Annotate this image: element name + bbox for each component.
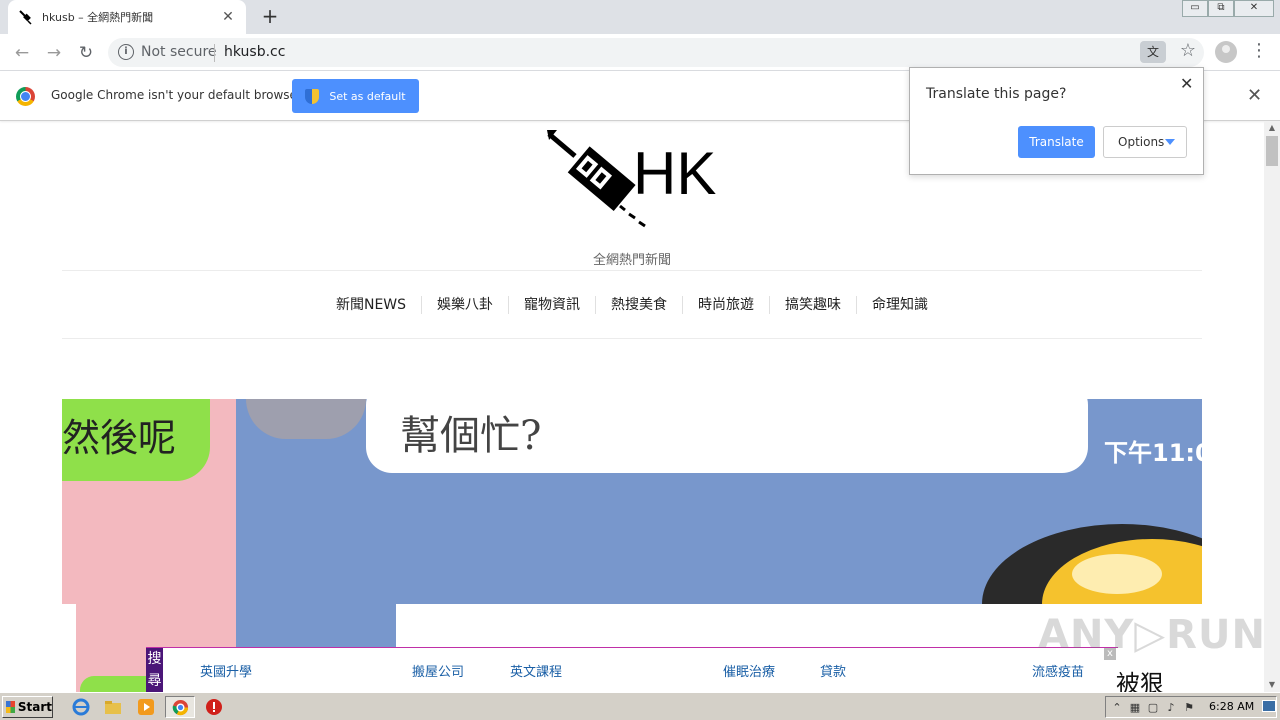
hero-bubble-text: 幫個忙? <box>400 413 542 459</box>
chrome-icon <box>172 699 189 716</box>
volume-icon[interactable]: ♪ <box>1164 701 1178 715</box>
ad-search-label[interactable]: 搜尋 <box>146 648 163 693</box>
translate-button[interactable]: Translate <box>1018 126 1095 158</box>
display-icon[interactable]: ▢ <box>1146 701 1160 715</box>
scroll-down-arrow-icon[interactable]: ▼ <box>1264 680 1280 692</box>
hero-time-text: 下午11:0 <box>1104 439 1202 467</box>
nav-item-travel[interactable]: 時尚旅遊 <box>682 296 769 314</box>
forward-arrow-icon[interactable]: → <box>42 41 66 65</box>
infobar-message: Google Chrome isn't your default browser <box>51 88 302 102</box>
security-label: Not secure <box>141 44 217 60</box>
translate-close-icon[interactable]: ✕ <box>1180 74 1193 93</box>
dropdown-caret-icon <box>1165 139 1175 145</box>
url-text[interactable]: hkusb.cc <box>224 44 285 60</box>
bookmark-star-icon[interactable]: ☆ <box>1180 40 1196 61</box>
site-nav: 新聞NEWS 娛樂八卦 寵物資訊 熱搜美食 時尚旅遊 搞笑趣味 命理知識 <box>0 296 1264 314</box>
windows-logo-icon <box>6 701 15 713</box>
set-as-default-label: Set as default <box>329 89 406 103</box>
info-icon[interactable]: i <box>118 44 134 60</box>
network-icon[interactable]: ▦ <box>1128 701 1142 715</box>
ad-link[interactable]: 英國升學 <box>200 661 252 680</box>
start-label: Start <box>17 700 52 714</box>
taskbar-clock[interactable]: 6:28 AM <box>1209 700 1254 713</box>
back-arrow-icon[interactable]: ← <box>10 41 34 65</box>
options-label: Options <box>1118 135 1165 149</box>
security-alert-icon[interactable] <box>205 698 223 716</box>
start-button[interactable]: Start <box>2 696 53 718</box>
scroll-thumb[interactable] <box>1266 136 1278 166</box>
scroll-up-arrow-icon[interactable]: ▲ <box>1264 123 1280 135</box>
ad-link[interactable]: 貸款 <box>820 661 846 680</box>
usb-favicon-icon <box>19 10 32 25</box>
anyrun-watermark: ANY▷RUN <box>1038 612 1266 658</box>
nav-item-entertainment[interactable]: 娛樂八卦 <box>421 296 508 314</box>
restore-button[interactable]: ⧉ <box>1208 0 1234 17</box>
uac-shield-icon <box>305 88 320 104</box>
content-gap <box>62 604 76 694</box>
ad-link[interactable]: 催眠治療 <box>723 661 775 680</box>
set-as-default-button[interactable]: Set as default <box>292 79 419 113</box>
chrome-taskbar-button[interactable] <box>165 696 195 718</box>
site-logo[interactable]: HK <box>545 128 720 230</box>
show-desktop-icon[interactable] <box>1262 700 1276 712</box>
ad-links-bar: 搜尋 英國升學 搬屋公司 英文課程 催眠治療 貸款 流感疫苗 x <box>146 647 1118 693</box>
flag-icon[interactable]: ⚑ <box>1182 701 1196 715</box>
tab-close-icon[interactable]: ✕ <box>220 9 236 25</box>
folder-icon[interactable] <box>104 698 122 716</box>
translate-icon[interactable]: 文 <box>1140 41 1166 63</box>
windows-taskbar: Start ⌃ ▦ ▢ ♪ ⚑ 6:28 AM <box>0 692 1280 720</box>
logo-text: HK <box>633 140 716 207</box>
internet-explorer-icon[interactable] <box>72 698 90 716</box>
hero-left-text: 然後呢 <box>62 416 177 460</box>
ad-link[interactable]: 英文課程 <box>510 661 562 680</box>
infobar-close-icon[interactable]: ✕ <box>1247 85 1262 106</box>
system-tray: ⌃ ▦ ▢ ♪ ⚑ 6:28 AM <box>1105 696 1277 718</box>
tab-strip: hkusb – 全網熱門新聞 ✕ + ▭ ⧉ ✕ <box>0 0 1280 34</box>
browser-toolbar: ← → ↻ i Not secure hkusb.cc 文 ☆ ⋮ <box>0 34 1280 71</box>
address-bar[interactable]: i Not secure hkusb.cc 文 ☆ <box>108 38 1204 67</box>
media-player-icon[interactable] <box>137 698 155 716</box>
profile-avatar-icon[interactable] <box>1215 41 1237 63</box>
minimize-button[interactable]: ▭ <box>1182 0 1208 17</box>
translate-popup: Translate this page? ✕ Translate Options <box>909 67 1204 175</box>
chrome-logo-icon <box>16 87 35 106</box>
page-scrollbar[interactable]: ▲ ▼ <box>1264 121 1280 692</box>
nav-top-divider <box>62 270 1202 271</box>
site-tagline: 全網熱門新聞 <box>592 253 671 268</box>
hero-image[interactable]: 然後呢 幫個忙? 下午11:0 <box>62 399 1202 604</box>
kebab-menu-icon[interactable]: ⋮ <box>1250 40 1268 64</box>
close-window-button[interactable]: ✕ <box>1234 0 1274 17</box>
hero-egg-highlight <box>1072 554 1162 594</box>
tray-expand-icon[interactable]: ⌃ <box>1110 701 1124 715</box>
reload-icon[interactable]: ↻ <box>74 41 98 65</box>
translate-question: Translate this page? <box>926 86 1067 102</box>
tab-title: hkusb – 全網熱門新聞 <box>42 11 154 24</box>
nav-item-food[interactable]: 熱搜美食 <box>595 296 682 314</box>
options-dropdown[interactable]: Options <box>1103 126 1187 158</box>
ad-link[interactable]: 搬屋公司 <box>412 661 464 680</box>
new-tab-button[interactable]: + <box>258 5 282 29</box>
nav-item-humor[interactable]: 搞笑趣味 <box>769 296 856 314</box>
nav-item-pets[interactable]: 寵物資訊 <box>508 296 595 314</box>
nav-item-news[interactable]: 新聞NEWS <box>321 296 421 314</box>
browser-tab[interactable]: hkusb – 全網熱門新聞 ✕ <box>8 0 246 34</box>
nav-item-fortune[interactable]: 命理知識 <box>856 296 943 314</box>
nav-bottom-divider <box>62 338 1202 339</box>
omnibox-divider <box>214 44 215 62</box>
hero-gray-shape <box>246 399 366 439</box>
ad-link[interactable]: 流感疫苗 <box>1032 661 1084 680</box>
